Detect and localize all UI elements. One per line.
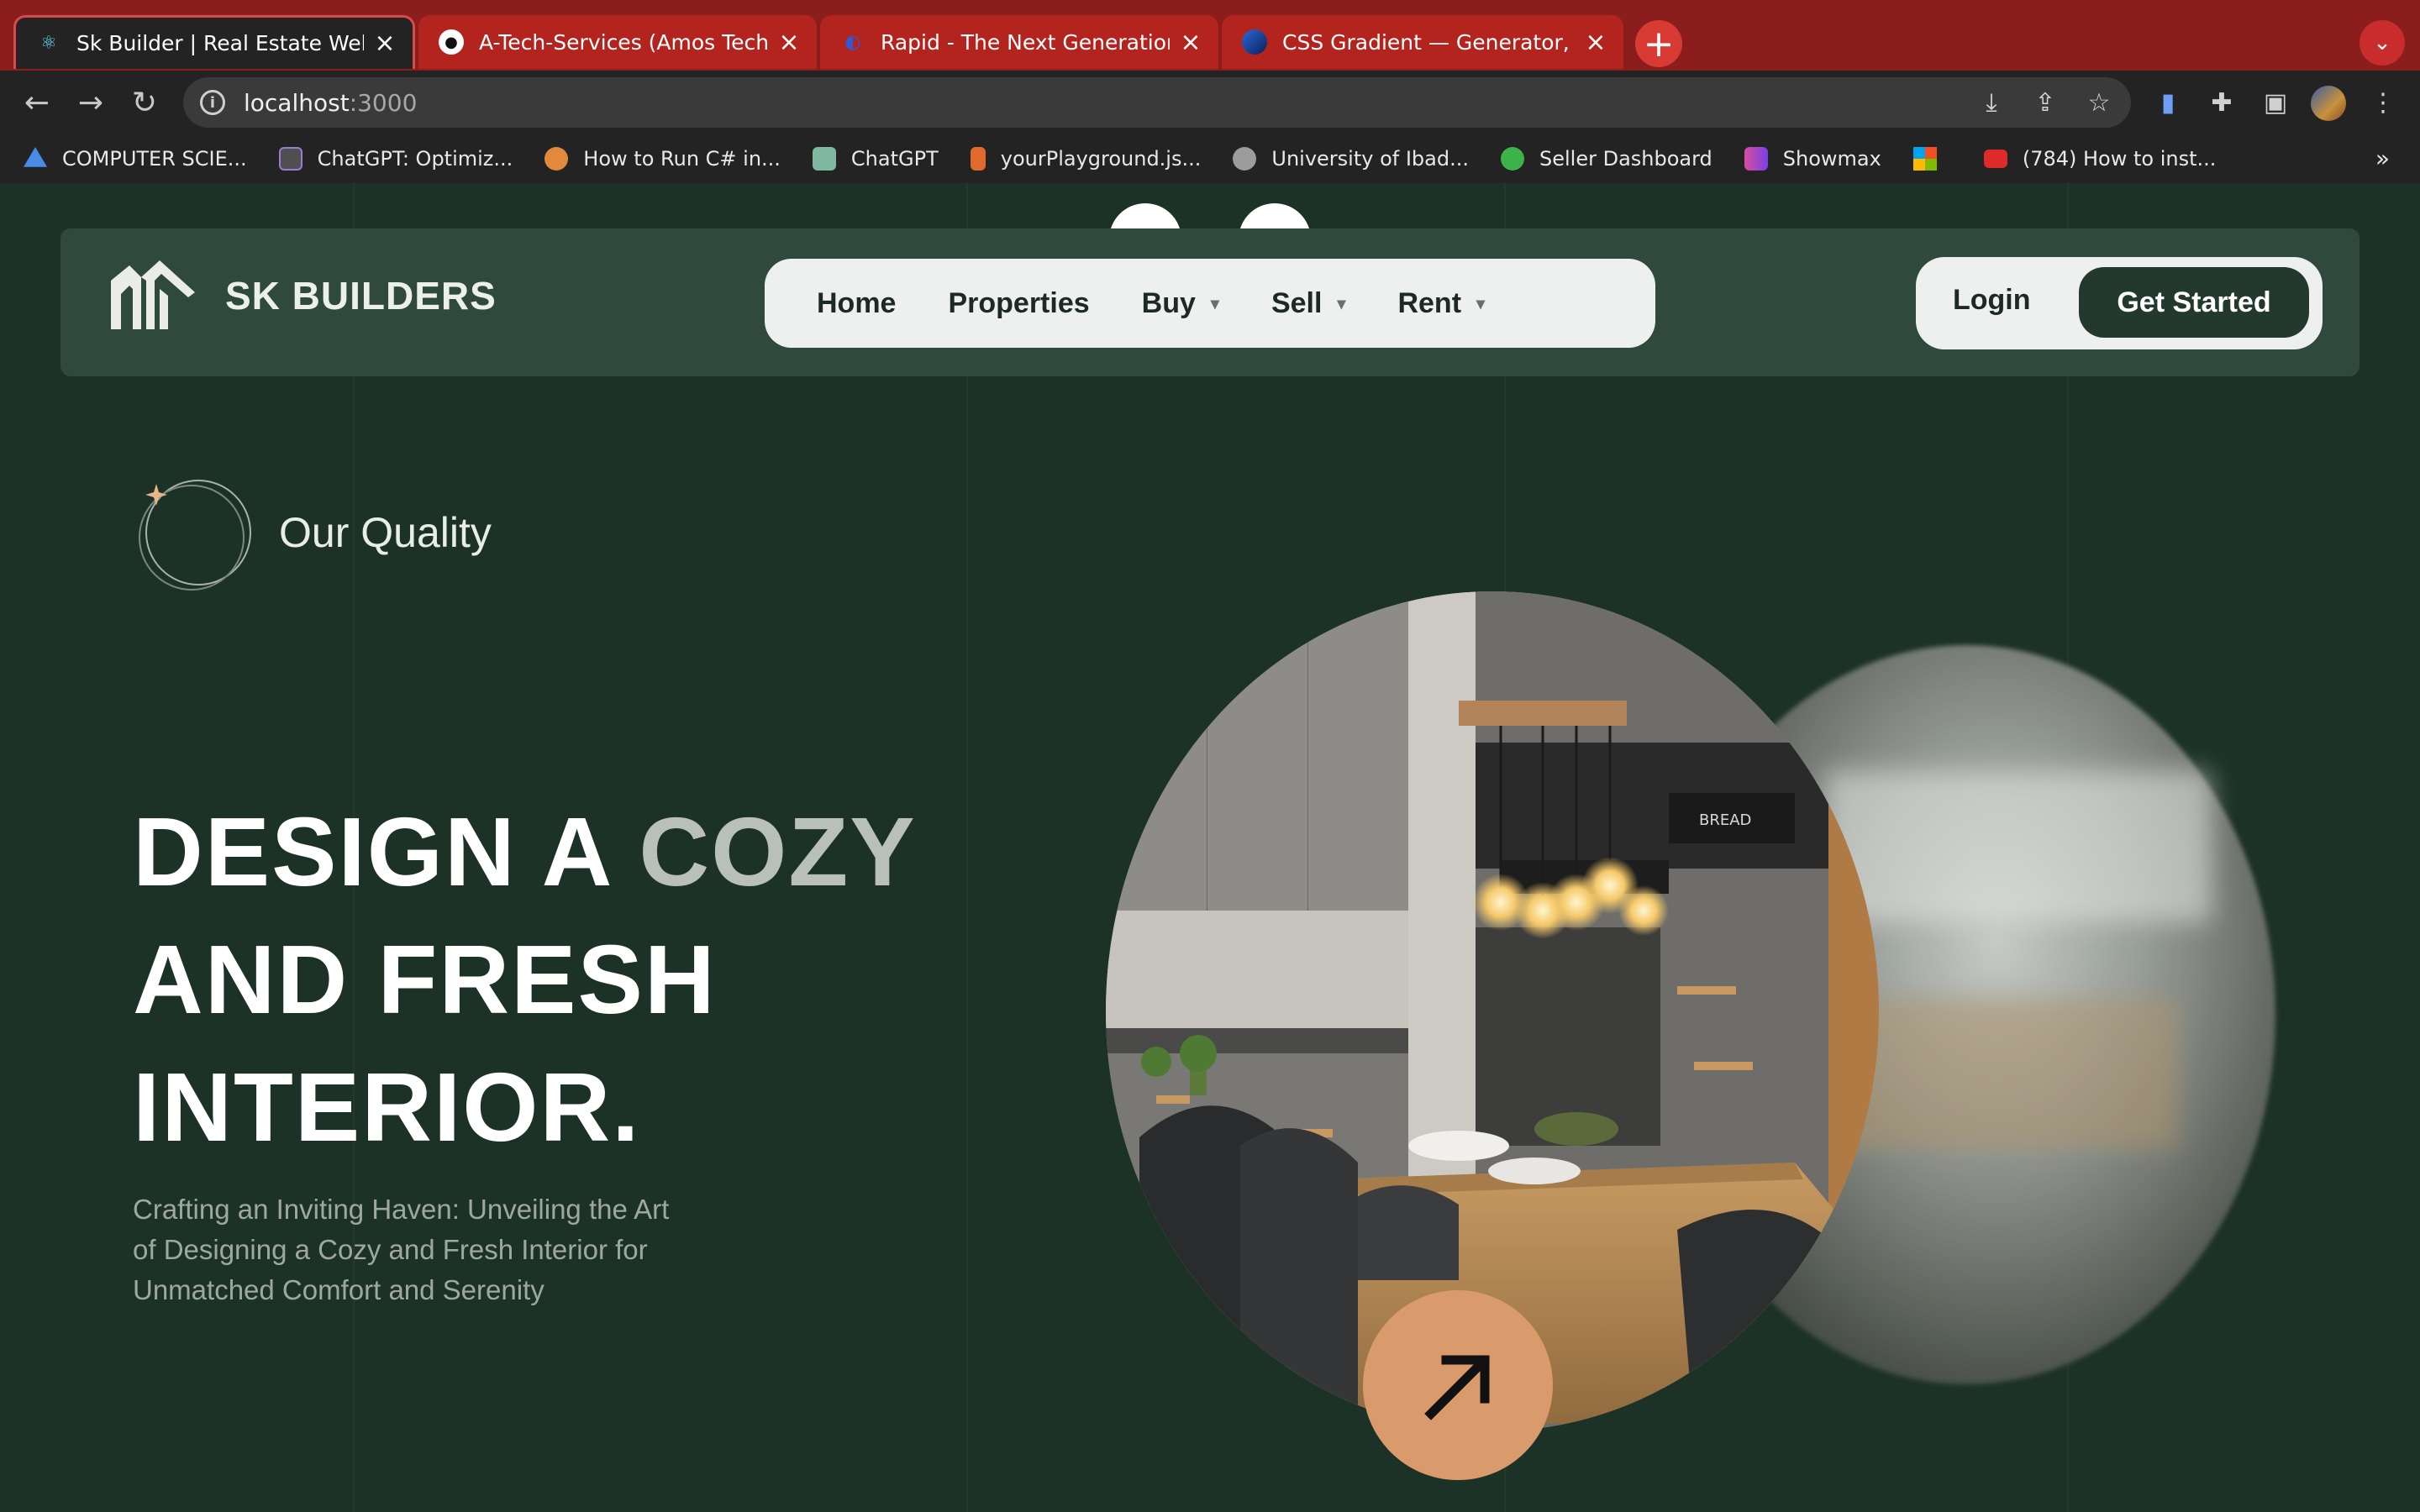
hero-headline: DESIGN A COZY AND FRESH INTERIOR.: [133, 788, 973, 1171]
close-icon[interactable]: ×: [1178, 28, 1203, 57]
nav-sell[interactable]: Sell ▾: [1271, 287, 1346, 320]
bookmarks-overflow-icon[interactable]: »: [2375, 144, 2390, 172]
playground-icon: [970, 147, 986, 171]
install-icon[interactable]: ⤓: [1976, 87, 2007, 118]
side-panel-icon[interactable]: ▣: [2260, 87, 2291, 118]
nav-label: Buy: [1141, 286, 1196, 319]
csharp-icon: [544, 147, 569, 171]
address-bar[interactable]: i localhost:3000 ⤓ ⇪ ☆: [183, 77, 2131, 128]
nav-buy[interactable]: Buy ▾: [1142, 287, 1219, 320]
auth-group: Login Get Started: [1916, 257, 2323, 349]
bookmarks-bar: COMPUTER SCIE... ChatGPT: Optimiz... How…: [0, 134, 2420, 183]
chatgpt-icon: [278, 147, 302, 171]
profile-avatar[interactable]: [2311, 86, 2346, 121]
logo[interactable]: SK BUILDERS: [108, 255, 497, 336]
nav-label: Home: [817, 286, 897, 319]
bookmark-label: Showmax: [1782, 147, 1881, 171]
tab-title: Rapid - The Next Generation A: [881, 29, 1170, 55]
tab-rapid[interactable]: ◐ Rapid - The Next Generation A ×: [820, 15, 1218, 69]
headline-highlight: COZY: [639, 797, 917, 906]
tab-title: A-Tech-Services (Amos Tech): [479, 29, 768, 55]
extensions-puzzle-icon[interactable]: ✚: [2207, 87, 2237, 118]
tab-strip: ⚛ Sk Builder | Real Estate Websit × ● A-…: [0, 0, 2420, 71]
bookmark-item[interactable]: [1912, 147, 1952, 171]
youtube-icon: [1983, 150, 2007, 168]
close-icon[interactable]: ×: [372, 29, 397, 58]
nav-label: Properties: [948, 286, 1090, 319]
microsoft-icon: [1912, 147, 1937, 171]
tab-sk-builder[interactable]: ⚛ Sk Builder | Real Estate Websit ×: [13, 15, 415, 69]
seller-dashboard-icon: [1500, 147, 1524, 171]
globe-icon: [1233, 147, 1257, 171]
arrow-up-right-icon: [1424, 1355, 1490, 1420]
web-page: SK BUILDERS Home Properties Buy ▾ Sell ▾ R…: [0, 183, 2420, 1512]
close-icon[interactable]: ×: [1583, 28, 1608, 57]
forward-icon[interactable]: →: [71, 82, 111, 123]
bookmark-item[interactable]: ChatGPT: [812, 147, 939, 171]
bookmark-item[interactable]: COMPUTER SCIE...: [24, 147, 247, 171]
explore-arrow-button[interactable]: [1363, 1290, 1553, 1480]
chevron-down-icon: ▾: [1210, 294, 1219, 313]
image-label: BREAD: [1699, 811, 1751, 829]
tab-a-tech-services[interactable]: ● A-Tech-Services (Amos Tech) ×: [418, 15, 817, 69]
chatgpt-icon: [812, 147, 836, 171]
browser-menu-icon[interactable]: ⋮: [2368, 87, 2398, 118]
rapid-icon: ◐: [844, 31, 861, 53]
logo-house-icon: [111, 260, 195, 329]
bookmark-label: COMPUTER SCIE...: [62, 147, 247, 171]
bookmark-label: University of Ibad...: [1271, 147, 1469, 171]
nav-properties[interactable]: Properties: [948, 287, 1089, 320]
bookmark-label: Seller Dashboard: [1539, 147, 1712, 171]
bookmark-item[interactable]: Showmax: [1744, 147, 1881, 171]
logo-text: SK BUILDERS: [225, 274, 497, 318]
browser-toolbar: ← → ↻ i localhost:3000 ⤓ ⇪ ☆ ▮ ✚ ▣ ⋮: [0, 71, 2420, 134]
quality-tag: Our Quality: [133, 472, 492, 593]
chevron-down-icon: ▾: [1337, 294, 1346, 313]
bookmark-label: yourPlayground.js...: [1000, 147, 1202, 171]
headline-part: DESIGN A: [133, 797, 639, 906]
bookmark-label: ChatGPT: [850, 147, 939, 171]
bookmark-item[interactable]: Seller Dashboard: [1500, 147, 1712, 171]
new-tab-button[interactable]: +: [1635, 20, 1682, 67]
tab-search-button[interactable]: ⌄: [2360, 20, 2405, 66]
get-started-button[interactable]: Get Started: [2079, 267, 2309, 338]
nav-label: Sell: [1270, 286, 1323, 319]
site-navbar: SK BUILDERS Home Properties Buy ▾ Sell ▾ R…: [60, 228, 2360, 376]
chevron-down-icon: ▾: [1476, 294, 1486, 313]
bookmark-label: (784) How to inst...: [2022, 147, 2217, 171]
react-icon: ⚛: [40, 33, 57, 54]
share-icon[interactable]: ⇪: [2030, 87, 2060, 118]
bookmark-star-icon[interactable]: ☆: [2084, 87, 2114, 118]
tab-title: Sk Builder | Real Estate Websit: [76, 31, 364, 55]
headline-part: AND FRESH: [133, 925, 717, 1034]
bookmark-label: How to Run C# in...: [583, 147, 781, 171]
reload-icon[interactable]: ↻: [124, 82, 165, 123]
tab-title: CSS Gradient — Generator, Ma: [1282, 29, 1575, 55]
nav-rent[interactable]: Rent ▾: [1397, 287, 1485, 320]
bookmark-item[interactable]: ChatGPT: Optimiz...: [278, 147, 513, 171]
bookmark-item[interactable]: yourPlayground.js...: [970, 147, 1202, 171]
sparkle-circle-icon: [139, 480, 251, 591]
drive-icon: [24, 147, 47, 167]
login-button[interactable]: Login: [1953, 284, 2031, 317]
github-icon: ●: [439, 29, 464, 55]
bookmark-item[interactable]: (784) How to inst...: [1983, 147, 2217, 171]
nav-label: Rent: [1397, 286, 1462, 319]
bookmark-label: ChatGPT: Optimiz...: [317, 147, 513, 171]
showmax-icon: [1744, 147, 1768, 171]
bookmark-item[interactable]: How to Run C# in...: [544, 147, 781, 171]
close-icon[interactable]: ×: [776, 28, 802, 57]
back-icon[interactable]: ←: [17, 82, 57, 123]
url-text: localhost:3000: [244, 88, 418, 117]
gradient-icon: [1242, 29, 1267, 55]
extension-docs-icon[interactable]: ▮: [2153, 87, 2183, 118]
hero-description: Crafting an Inviting Haven: Unveiling th…: [133, 1194, 670, 1305]
nav-home[interactable]: Home: [817, 287, 896, 320]
main-nav: Home Properties Buy ▾ Sell ▾ Rent ▾: [765, 259, 1655, 348]
quality-label: Our Quality: [279, 509, 492, 556]
site-info-icon[interactable]: i: [200, 90, 225, 115]
tab-css-gradient[interactable]: CSS Gradient — Generator, Ma ×: [1222, 15, 1623, 69]
headline-part: INTERIOR.: [133, 1053, 641, 1162]
bookmark-item[interactable]: University of Ibad...: [1233, 147, 1469, 171]
